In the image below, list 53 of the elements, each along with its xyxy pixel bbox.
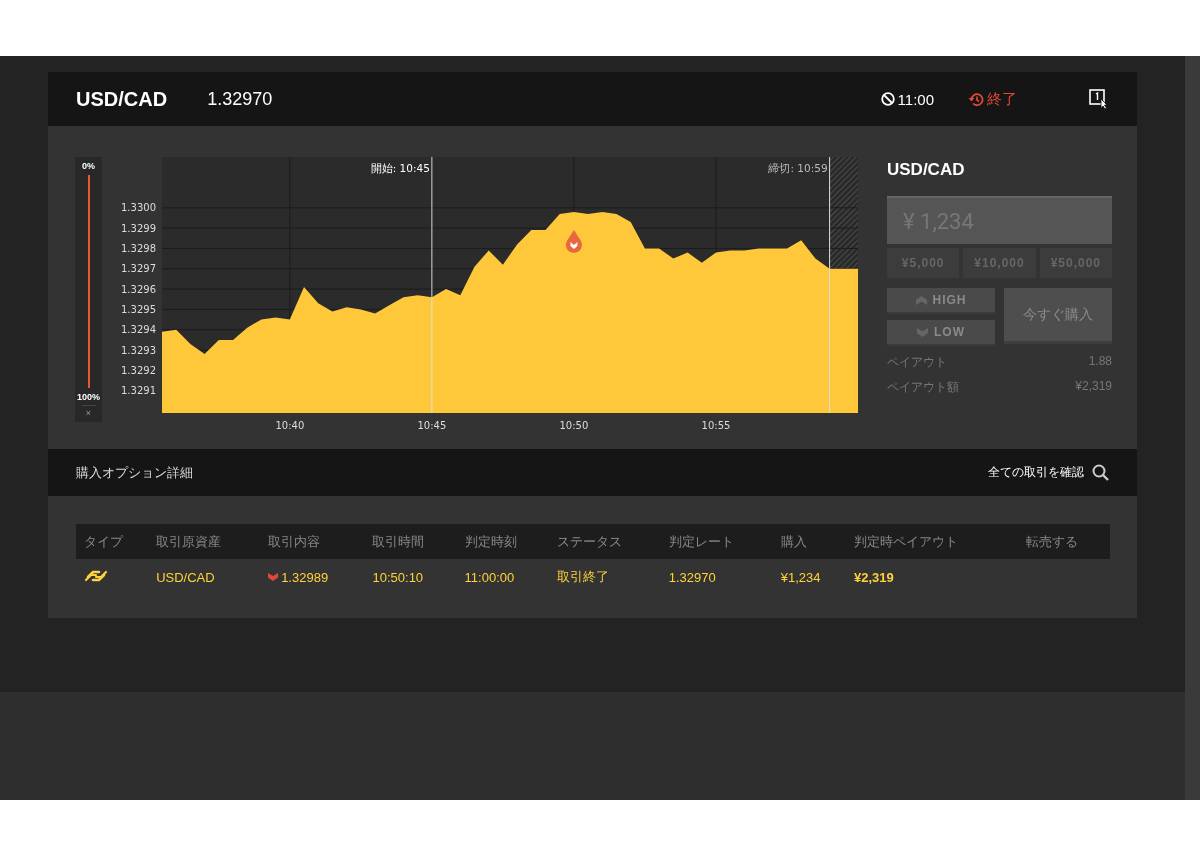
time-marker-label: 開始: 10:45 xyxy=(370,162,430,174)
column-header: 取引内容 xyxy=(260,524,365,559)
column-header: 判定時刻 xyxy=(456,524,549,559)
table-cell: 1.32989 xyxy=(281,569,329,585)
pair-title: USD/CAD xyxy=(76,87,168,111)
gauge-bottom-label: 100% xyxy=(77,392,100,402)
column-header: 取引原資産 xyxy=(148,524,261,559)
y-tick-label: 1.3297 xyxy=(121,263,156,275)
y-tick-label: 1.3299 xyxy=(121,222,156,234)
gauge-close-button[interactable]: × xyxy=(81,405,96,422)
table-cell: ¥2,319 xyxy=(845,559,1018,595)
chevron-down-icon xyxy=(917,327,928,337)
all-trades-link[interactable]: 全ての取引を確認 xyxy=(988,464,1084,481)
x-tick-label: 10:45 xyxy=(417,420,447,430)
order-pair-title: USD/CAD xyxy=(887,160,966,180)
column-header: ステータス xyxy=(548,524,661,559)
column-header: 転売する xyxy=(1017,524,1110,559)
payout-value: 1.88 xyxy=(1088,354,1112,370)
table-cell: 10:50:10 xyxy=(364,559,457,595)
table-cell: ¥1,234 xyxy=(772,559,846,595)
column-header: 取引時間 xyxy=(364,524,457,559)
payout-value: ¥2,319 xyxy=(1075,379,1112,395)
y-tick-label: 1.3292 xyxy=(121,364,156,376)
entry-marker-icon xyxy=(565,230,582,253)
time-marker-label: 締切: 10:59 xyxy=(768,162,828,174)
table-cell: 11:00:00 xyxy=(456,559,549,595)
y-tick-label: 1.3300 xyxy=(121,202,156,214)
table-cell: USD/CAD xyxy=(148,559,261,595)
search-icon[interactable] xyxy=(1092,464,1109,481)
current-rate: 1.32970 xyxy=(207,88,273,110)
history-icon xyxy=(968,91,984,107)
y-tick-label: 1.3296 xyxy=(121,283,156,295)
gauge-top-label: 0% xyxy=(82,161,95,171)
section-title: 購入オプション詳細 xyxy=(76,463,193,482)
x-tick-label: 10:50 xyxy=(559,420,589,430)
chevron-up-icon xyxy=(915,295,927,305)
y-tick-label: 1.3294 xyxy=(121,324,156,336)
window-cursor-icon[interactable] xyxy=(1089,89,1109,109)
table-cell: 1.32970 xyxy=(660,559,773,595)
prohibited-icon xyxy=(880,92,895,106)
column-header: 購入 xyxy=(772,524,846,559)
trade-status: 終了 xyxy=(987,89,1017,109)
y-tick-label: 1.3295 xyxy=(121,303,156,315)
column-header: タイプ xyxy=(76,524,149,559)
column-header: 判定時ペイアウト xyxy=(845,524,1018,559)
table-cell: 取引終了 xyxy=(548,559,661,595)
column-header: 判定レート xyxy=(660,524,773,559)
y-tick-label: 1.3298 xyxy=(121,242,156,254)
y-tick-label: 1.3291 xyxy=(121,385,156,397)
y-tick-label: 1.3293 xyxy=(121,344,156,356)
expiry-time: 11:00 xyxy=(897,90,934,108)
x-tick-label: 10:55 xyxy=(701,420,731,430)
x-tick-label: 10:40 xyxy=(275,420,305,430)
